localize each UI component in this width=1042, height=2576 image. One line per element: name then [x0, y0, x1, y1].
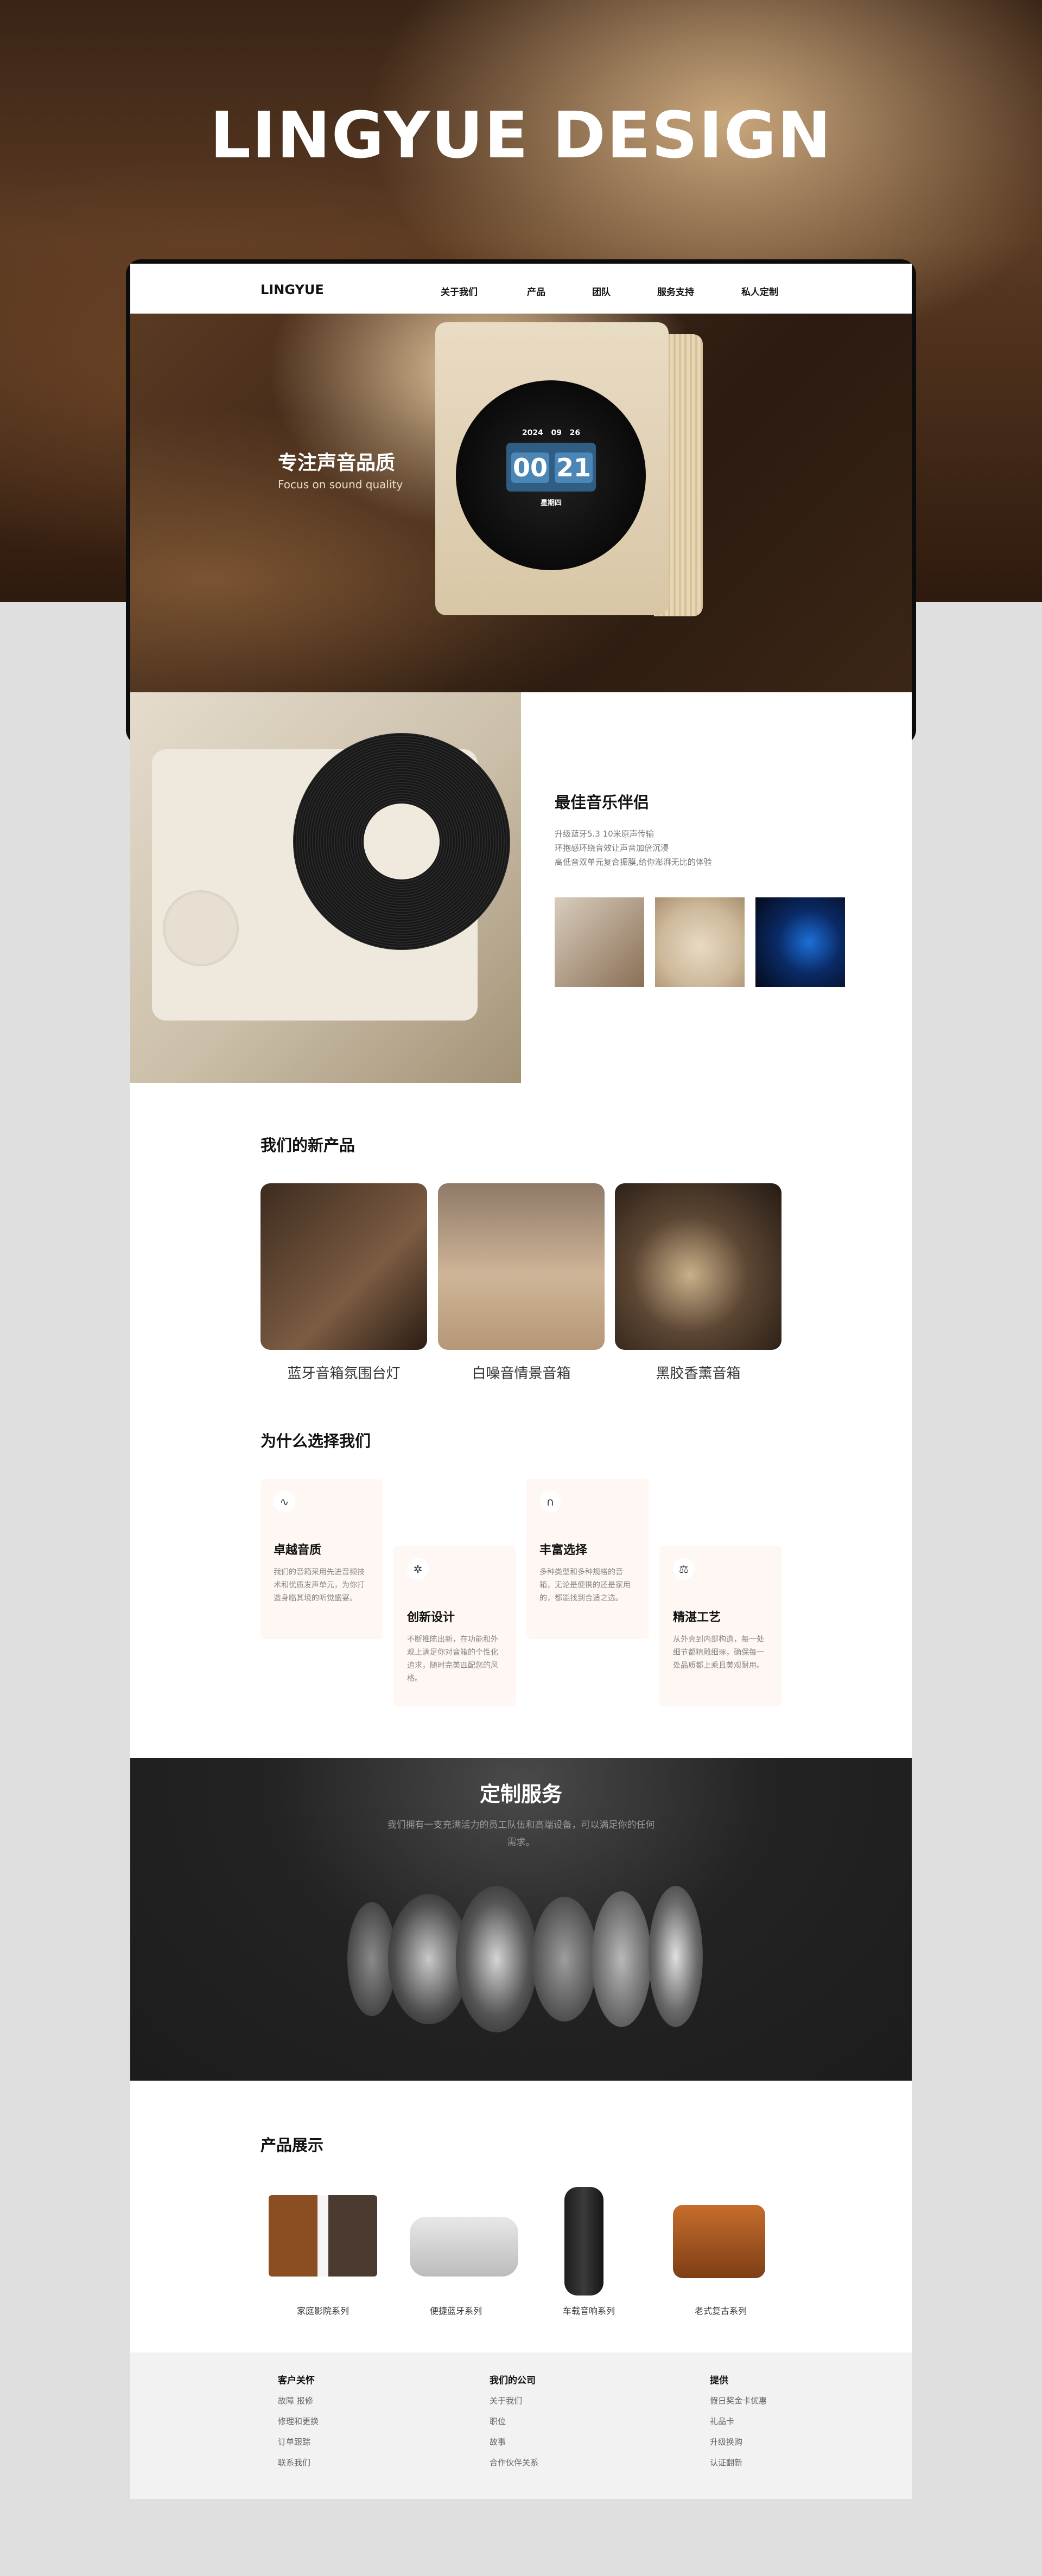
banner-subtitle: Focus on sound quality: [278, 478, 403, 491]
showcase-image-home-theater[interactable]: [269, 2195, 377, 2277]
product-label-whitenoise[interactable]: 白噪音情景音箱: [438, 1362, 605, 1382]
footer-link[interactable]: 修理和更换: [278, 2415, 319, 2427]
footer-link[interactable]: 故事: [490, 2436, 506, 2447]
vinyl-label: [364, 804, 440, 879]
companion-title: 最佳音乐伴侣: [555, 793, 650, 812]
product-card-whitenoise[interactable]: [438, 1183, 605, 1350]
nav-item-custom[interactable]: 私人定制: [741, 284, 778, 298]
companion-line-2: 环抱感环绕音效让声音加倍沉浸: [555, 843, 669, 853]
driver-part-6: [649, 1886, 703, 2027]
why-card-sound-body: 我们的音箱采用先进音频技术和优质发声单元，为你打造身临其境的听觉盛宴。: [274, 1568, 365, 1603]
driver-part-3: [456, 1886, 537, 2032]
footer-link[interactable]: 合作伙伴关系: [490, 2457, 538, 2468]
why-card-sound-head: 卓越音质: [274, 1544, 322, 1557]
footer-link[interactable]: 礼品卡: [710, 2415, 734, 2427]
footer-head-company: 我们的公司: [490, 2375, 536, 2386]
product-label-vinyl-aroma[interactable]: 黑胶香薰音箱: [615, 1362, 782, 1382]
thumb-speaker-top-image[interactable]: [655, 897, 745, 987]
footer-link[interactable]: 认证翻新: [710, 2457, 742, 2468]
product-card-vinyl-aroma[interactable]: [615, 1183, 782, 1350]
custom-service-subtitle: 我们拥有一支充满活力的员工队伍和高端设备，可以满足你的任何需求。: [387, 1820, 655, 1848]
showcase-label-retro[interactable]: 老式复古系列: [656, 2304, 786, 2317]
waveform-icon: ∿: [274, 1491, 295, 1513]
new-products-title: 我们的新产品: [260, 1136, 355, 1155]
footer-link[interactable]: 职位: [490, 2415, 506, 2427]
clock-hour: 00: [511, 452, 549, 483]
footer-link[interactable]: 订单跟踪: [278, 2436, 310, 2447]
why-title: 为什么选择我们: [260, 1432, 371, 1450]
clock-minute: 21: [555, 452, 593, 483]
companion-line-1: 升级蓝牙5.3 10米原声传输: [555, 829, 654, 839]
hero-title: LINGYUE DESIGN: [209, 98, 833, 173]
clock-weekday: 星期四: [540, 499, 562, 507]
headphone-icon: ∩: [539, 1491, 561, 1513]
why-card-craft-body: 从外壳到内部构造，每一处细节都精雕细琢，确保每一处品质都上乘且美观耐用。: [673, 1635, 764, 1670]
radio-speaker-grille: [163, 890, 239, 966]
companion-line-3: 高低音双单元复合振膜,给你澎湃无比的体验: [555, 857, 712, 867]
clock-year: 2024: [522, 429, 543, 437]
nav-item-products[interactable]: 产品: [527, 284, 545, 298]
design-icon: ✲: [407, 1558, 429, 1580]
showcase-image-bluetooth[interactable]: [410, 2217, 518, 2277]
footer-head-care: 客户关怀: [278, 2375, 315, 2386]
clock-month: 09: [551, 429, 562, 437]
product-label-lamp[interactable]: 蓝牙音箱氛围台灯: [260, 1362, 427, 1382]
why-card-choice-body: 多种类型和多种规格的音箱，无论是便携的还是家用的，都能找到合适之选。: [539, 1568, 631, 1603]
showcase-image-retro[interactable]: [673, 2205, 765, 2278]
web-page: LINGYUE 关于我们 产品 团队 服务支持 私人定制 2024 09 26 …: [130, 264, 912, 2499]
nav-item-about[interactable]: 关于我们: [441, 284, 478, 298]
why-card-choice-head: 丰富选择: [539, 1544, 588, 1557]
showcase-label-bluetooth[interactable]: 便捷蓝牙系列: [391, 2304, 521, 2317]
thumb-driver-blue-image[interactable]: [755, 897, 845, 987]
navbar: LINGYUE 关于我们 产品 团队 服务支持 私人定制: [130, 264, 912, 314]
showcase-label-car-audio[interactable]: 车载音响系列: [524, 2304, 654, 2317]
custom-service-title: 定制服务: [479, 1782, 562, 1806]
driver-part-5: [592, 1891, 651, 2027]
why-card-design-head: 创新设计: [407, 1611, 455, 1624]
clock-day: 26: [569, 429, 581, 437]
nav-item-support[interactable]: 服务支持: [657, 284, 694, 298]
banner-title: 专注声音品质: [278, 452, 396, 474]
why-card-design-body: 不断推陈出新，在功能和外观上满足你对音箱的个性化追求，随时完美匹配您的风格。: [407, 1635, 498, 1683]
footer-link[interactable]: 联系我们: [278, 2457, 310, 2468]
footer-link[interactable]: 假日奖金卡优惠: [710, 2395, 767, 2406]
logo[interactable]: LINGYUE: [260, 282, 324, 297]
footer-link[interactable]: 升级换购: [710, 2436, 742, 2447]
footer-head-offers: 提供: [710, 2375, 728, 2386]
balance-icon: ⚖: [673, 1558, 695, 1580]
nav-item-team[interactable]: 团队: [592, 284, 611, 298]
thumb-phone-image[interactable]: [555, 897, 644, 987]
footer-link[interactable]: 关于我们: [490, 2395, 522, 2406]
why-card-craft-head: 精湛工艺: [673, 1611, 721, 1624]
footer-link[interactable]: 故障 报修: [278, 2395, 313, 2406]
driver-part-4: [532, 1897, 597, 2022]
product-card-lamp[interactable]: [260, 1183, 427, 1350]
showcase-image-car-audio[interactable]: [564, 2187, 603, 2296]
showcase-title: 产品展示: [260, 2136, 324, 2154]
clock-date: 2024 09 26: [506, 429, 596, 437]
showcase-label-home-theater[interactable]: 家庭影院系列: [258, 2304, 388, 2317]
